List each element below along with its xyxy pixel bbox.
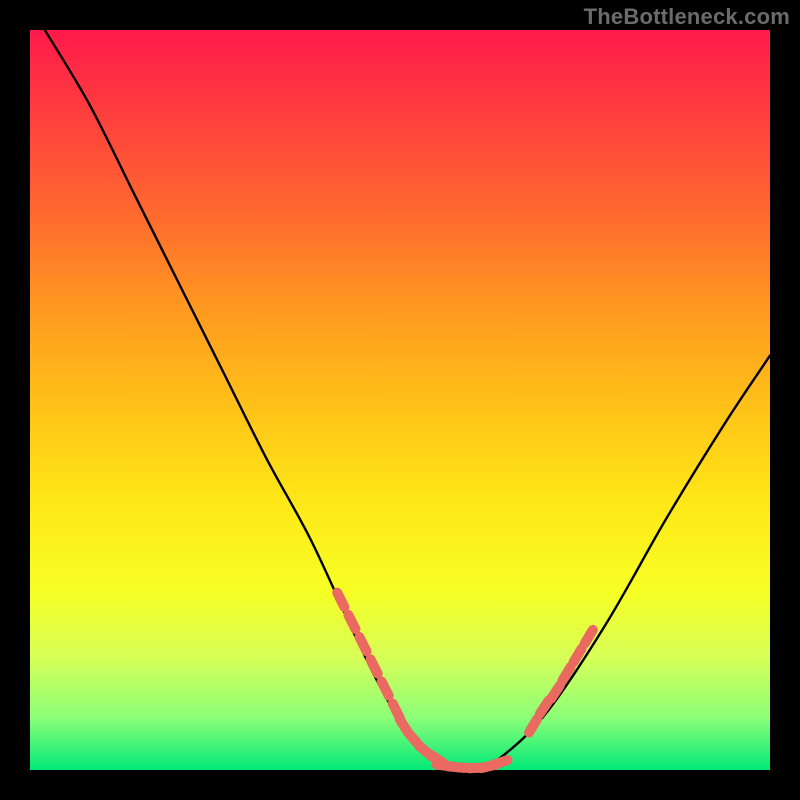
highlight-dash xyxy=(359,637,366,651)
highlight-dash xyxy=(337,593,344,607)
highlight-dash xyxy=(529,719,537,733)
watermark-text: TheBottleneck.com xyxy=(584,4,790,30)
highlight-dash xyxy=(382,681,389,695)
highlight-dash xyxy=(585,630,593,644)
chart-svg xyxy=(30,30,770,770)
chart-frame: TheBottleneck.com xyxy=(0,0,800,800)
highlight-dash xyxy=(371,659,378,673)
highlight-dash xyxy=(492,760,507,765)
highlight-dots-left xyxy=(337,593,443,764)
highlight-dash xyxy=(562,667,570,681)
plot-area xyxy=(30,30,770,770)
highlight-dash xyxy=(573,648,581,662)
highlight-dots-right xyxy=(529,630,593,733)
bottleneck-curve xyxy=(45,30,770,770)
highlight-dots-bottom xyxy=(436,760,507,768)
bottleneck-curve-path xyxy=(45,30,770,770)
highlight-dash xyxy=(348,615,355,629)
